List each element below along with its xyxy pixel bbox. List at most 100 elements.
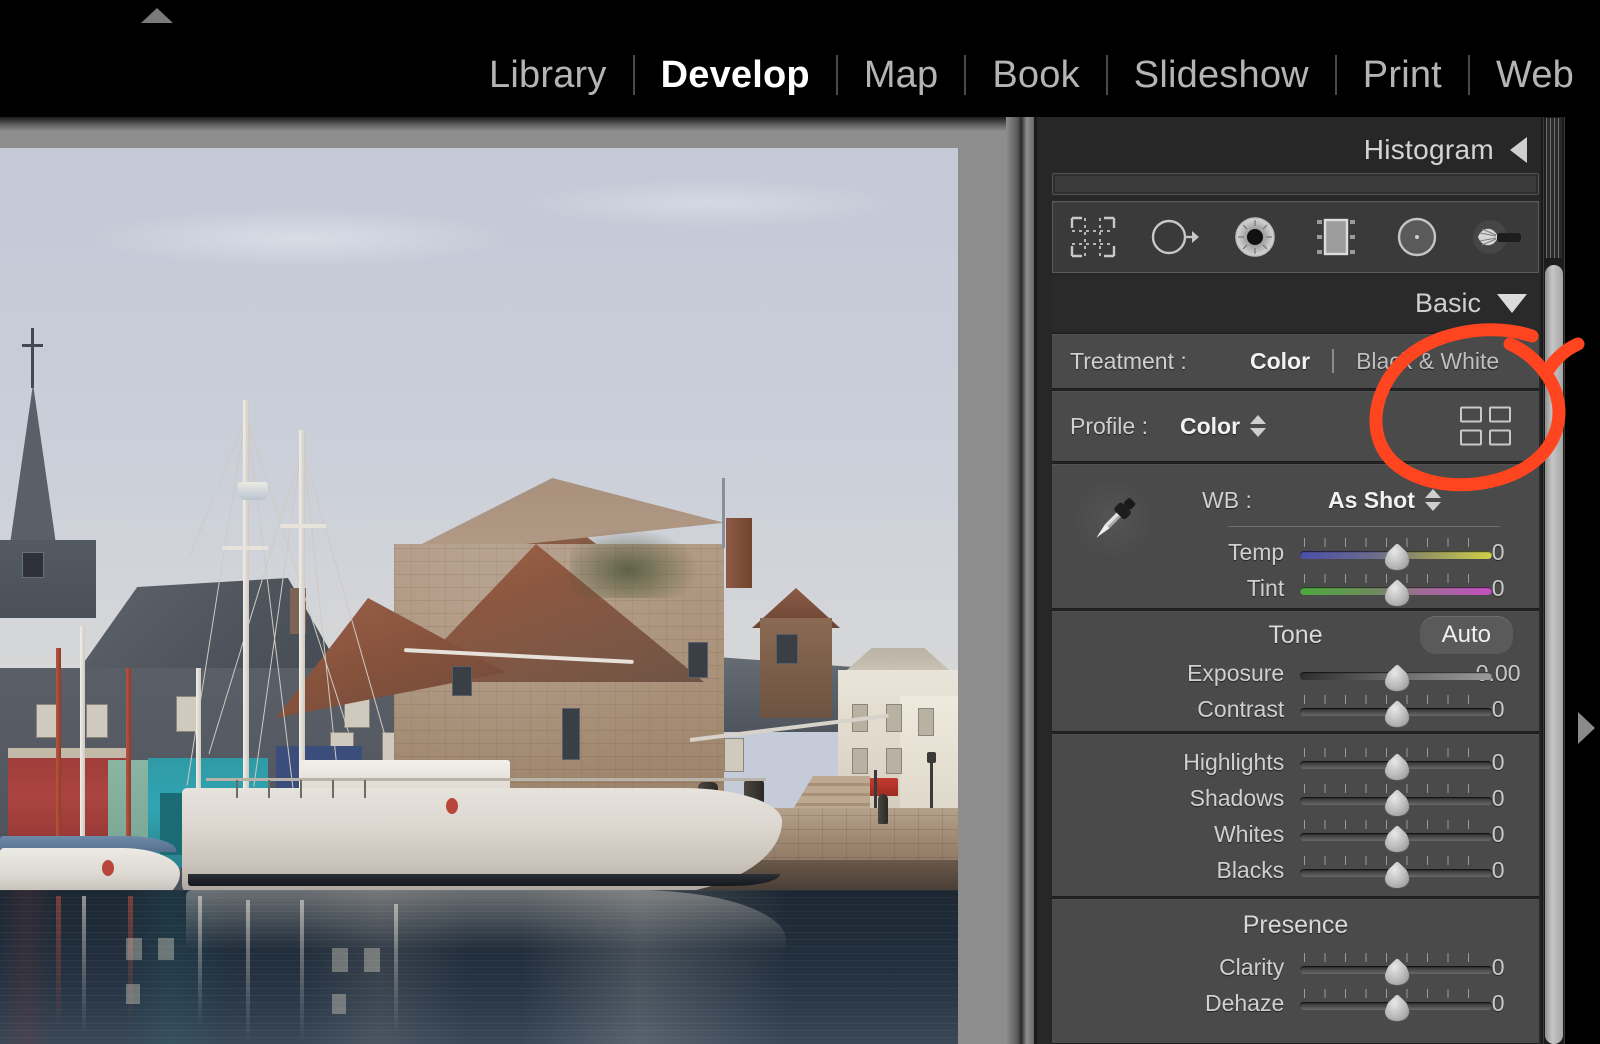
module-separator	[964, 55, 967, 95]
slider-blacks-knob[interactable]	[1384, 861, 1411, 889]
histogram-title: Histogram	[1363, 134, 1494, 165]
slider-highlights-knob[interactable]	[1384, 753, 1411, 781]
photo-timber-turret	[760, 618, 832, 718]
module-separator	[835, 55, 838, 95]
slider-highlights[interactable]: Highlights 0	[1052, 744, 1539, 781]
slider-contrast-label: Contrast	[1197, 695, 1285, 722]
slider-blacks[interactable]: Blacks 0	[1052, 852, 1539, 889]
panel-left-gutter	[1022, 117, 1034, 1044]
slider-temp[interactable]: Temp 0	[1052, 534, 1539, 571]
photo-stanchion	[300, 780, 302, 798]
triangle-down-icon[interactable]	[1497, 293, 1527, 313]
triangle-up-icon[interactable]	[141, 8, 173, 23]
photo-window	[86, 704, 108, 738]
stepper-updown-icon[interactable]	[1250, 415, 1267, 437]
right-panel: Histogram Basic Treatment: Color Black …	[1022, 117, 1600, 1044]
photo-foremast	[243, 400, 249, 800]
photo-red-mast	[56, 648, 61, 858]
slider-shadows-knob[interactable]	[1384, 789, 1411, 817]
module-item-slideshow[interactable]: Slideshow	[1134, 56, 1309, 94]
slider-tint-knob[interactable]	[1384, 579, 1411, 607]
photo-spreader	[280, 524, 326, 528]
slider-clarity[interactable]: Clarity 0	[1052, 949, 1539, 986]
white-balance-value[interactable]: As Shot	[1328, 487, 1415, 514]
photo-hull-waterline-stripe	[188, 874, 780, 886]
photo-window	[852, 748, 868, 774]
triangle-left-icon[interactable]	[1510, 137, 1527, 163]
photo-background-spire	[722, 478, 725, 548]
slider-contrast-knob[interactable]	[1384, 700, 1411, 728]
treatment-divider	[1332, 349, 1335, 373]
slider-clarity-knob[interactable]	[1384, 958, 1411, 986]
photo-stanchion	[332, 780, 334, 798]
crop-overlay-tool[interactable]	[1060, 211, 1126, 263]
slider-tint-label: Tint	[1246, 574, 1285, 601]
white-balance-underline	[1228, 526, 1500, 527]
scrollbar-thumb[interactable]	[1545, 265, 1563, 1044]
slider-highlights-label: Highlights	[1183, 748, 1285, 775]
photo-flag	[446, 798, 458, 814]
histogram-header[interactable]: Histogram	[1052, 123, 1539, 177]
module-item-web[interactable]: Web	[1496, 56, 1574, 94]
module-separator	[1334, 55, 1337, 95]
photo-window	[886, 704, 902, 732]
slider-temp-knob[interactable]	[1384, 543, 1411, 571]
module-item-print[interactable]: Print	[1363, 56, 1442, 94]
canvas-top-shade	[0, 117, 1022, 131]
presence-title: Presence	[1242, 910, 1349, 939]
radial-filter-tool[interactable]	[1384, 211, 1450, 263]
auto-tone-button[interactable]: Auto	[1419, 616, 1513, 654]
slider-shadows[interactable]: Shadows 0	[1052, 780, 1539, 817]
slider-exposure-label: Exposure	[1187, 659, 1285, 686]
develop-tool-strip	[1052, 201, 1539, 273]
photo-viewer[interactable]	[0, 148, 958, 1044]
basic-panel-title: Basic	[1414, 287, 1481, 318]
module-item-book[interactable]: Book	[992, 56, 1079, 94]
photo-stanchion	[268, 780, 270, 798]
module-item-develop[interactable]: Develop	[661, 56, 810, 94]
photo-window	[36, 704, 58, 738]
profile-value[interactable]: Color	[1180, 413, 1240, 440]
slider-contrast[interactable]: Contrast 0	[1052, 691, 1539, 728]
photo-red-mast-2	[126, 668, 131, 858]
white-balance-section: WB : As Shot Temp 0 Tint 0	[1052, 463, 1539, 609]
slider-shadows-label: Shadows	[1189, 784, 1285, 811]
canvas-right-shade	[1006, 117, 1022, 1044]
stepper-updown-icon[interactable]	[1424, 489, 1441, 511]
tonal-sliders-section: Highlights 0 Shadows 0 Whites 0 Blacks 0	[1052, 733, 1539, 897]
photo-bollard	[878, 794, 888, 824]
profile-grid-icon[interactable]	[1460, 406, 1511, 446]
slider-exposure[interactable]: Exposure 0.00	[1052, 655, 1539, 692]
module-picker: Library Develop Map Book Slideshow Print Web	[0, 40, 1600, 110]
histogram-graph[interactable]	[1052, 173, 1539, 195]
treatment-option-color[interactable]: Color	[1250, 348, 1310, 375]
slider-whites[interactable]: Whites 0	[1052, 816, 1539, 853]
photo-stanchion	[364, 780, 366, 798]
module-separator	[1467, 55, 1470, 95]
photo-lamp-head	[927, 752, 936, 763]
treatment-option-black-and-white[interactable]: Black & White	[1356, 348, 1499, 375]
spot-removal-tool[interactable]	[1141, 211, 1207, 263]
photo-crows-nest	[238, 482, 268, 500]
slider-dehaze[interactable]: Dehaze 0	[1052, 985, 1539, 1022]
image-canvas-area[interactable]	[0, 117, 1022, 1044]
slider-whites-knob[interactable]	[1384, 825, 1411, 853]
scrollbar-grip[interactable]	[1546, 118, 1562, 258]
slider-tint[interactable]: Tint 0	[1052, 570, 1539, 607]
treatment-label: Treatment :	[1070, 347, 1187, 374]
basic-panel-header[interactable]: Basic	[1052, 275, 1539, 331]
red-eye-correction-tool[interactable]	[1222, 211, 1288, 263]
slider-dehaze-knob[interactable]	[1384, 994, 1411, 1022]
photo-shopfront-trim	[8, 748, 126, 758]
treatment-section: Treatment : Color Black & White	[1052, 333, 1539, 389]
slider-exposure-knob[interactable]	[1384, 664, 1411, 692]
photo-window	[918, 708, 934, 736]
triangle-right-icon[interactable]	[1578, 712, 1595, 744]
module-item-library[interactable]: Library	[489, 56, 607, 94]
photo-stanchion	[236, 780, 238, 798]
module-item-map[interactable]: Map	[864, 56, 939, 94]
photo-spire-window	[22, 552, 44, 578]
adjustment-brush-tool[interactable]	[1465, 211, 1531, 263]
tone-section: Tone Auto Exposure 0.00 Contrast 0	[1052, 610, 1539, 732]
graduated-filter-tool[interactable]	[1303, 211, 1369, 263]
